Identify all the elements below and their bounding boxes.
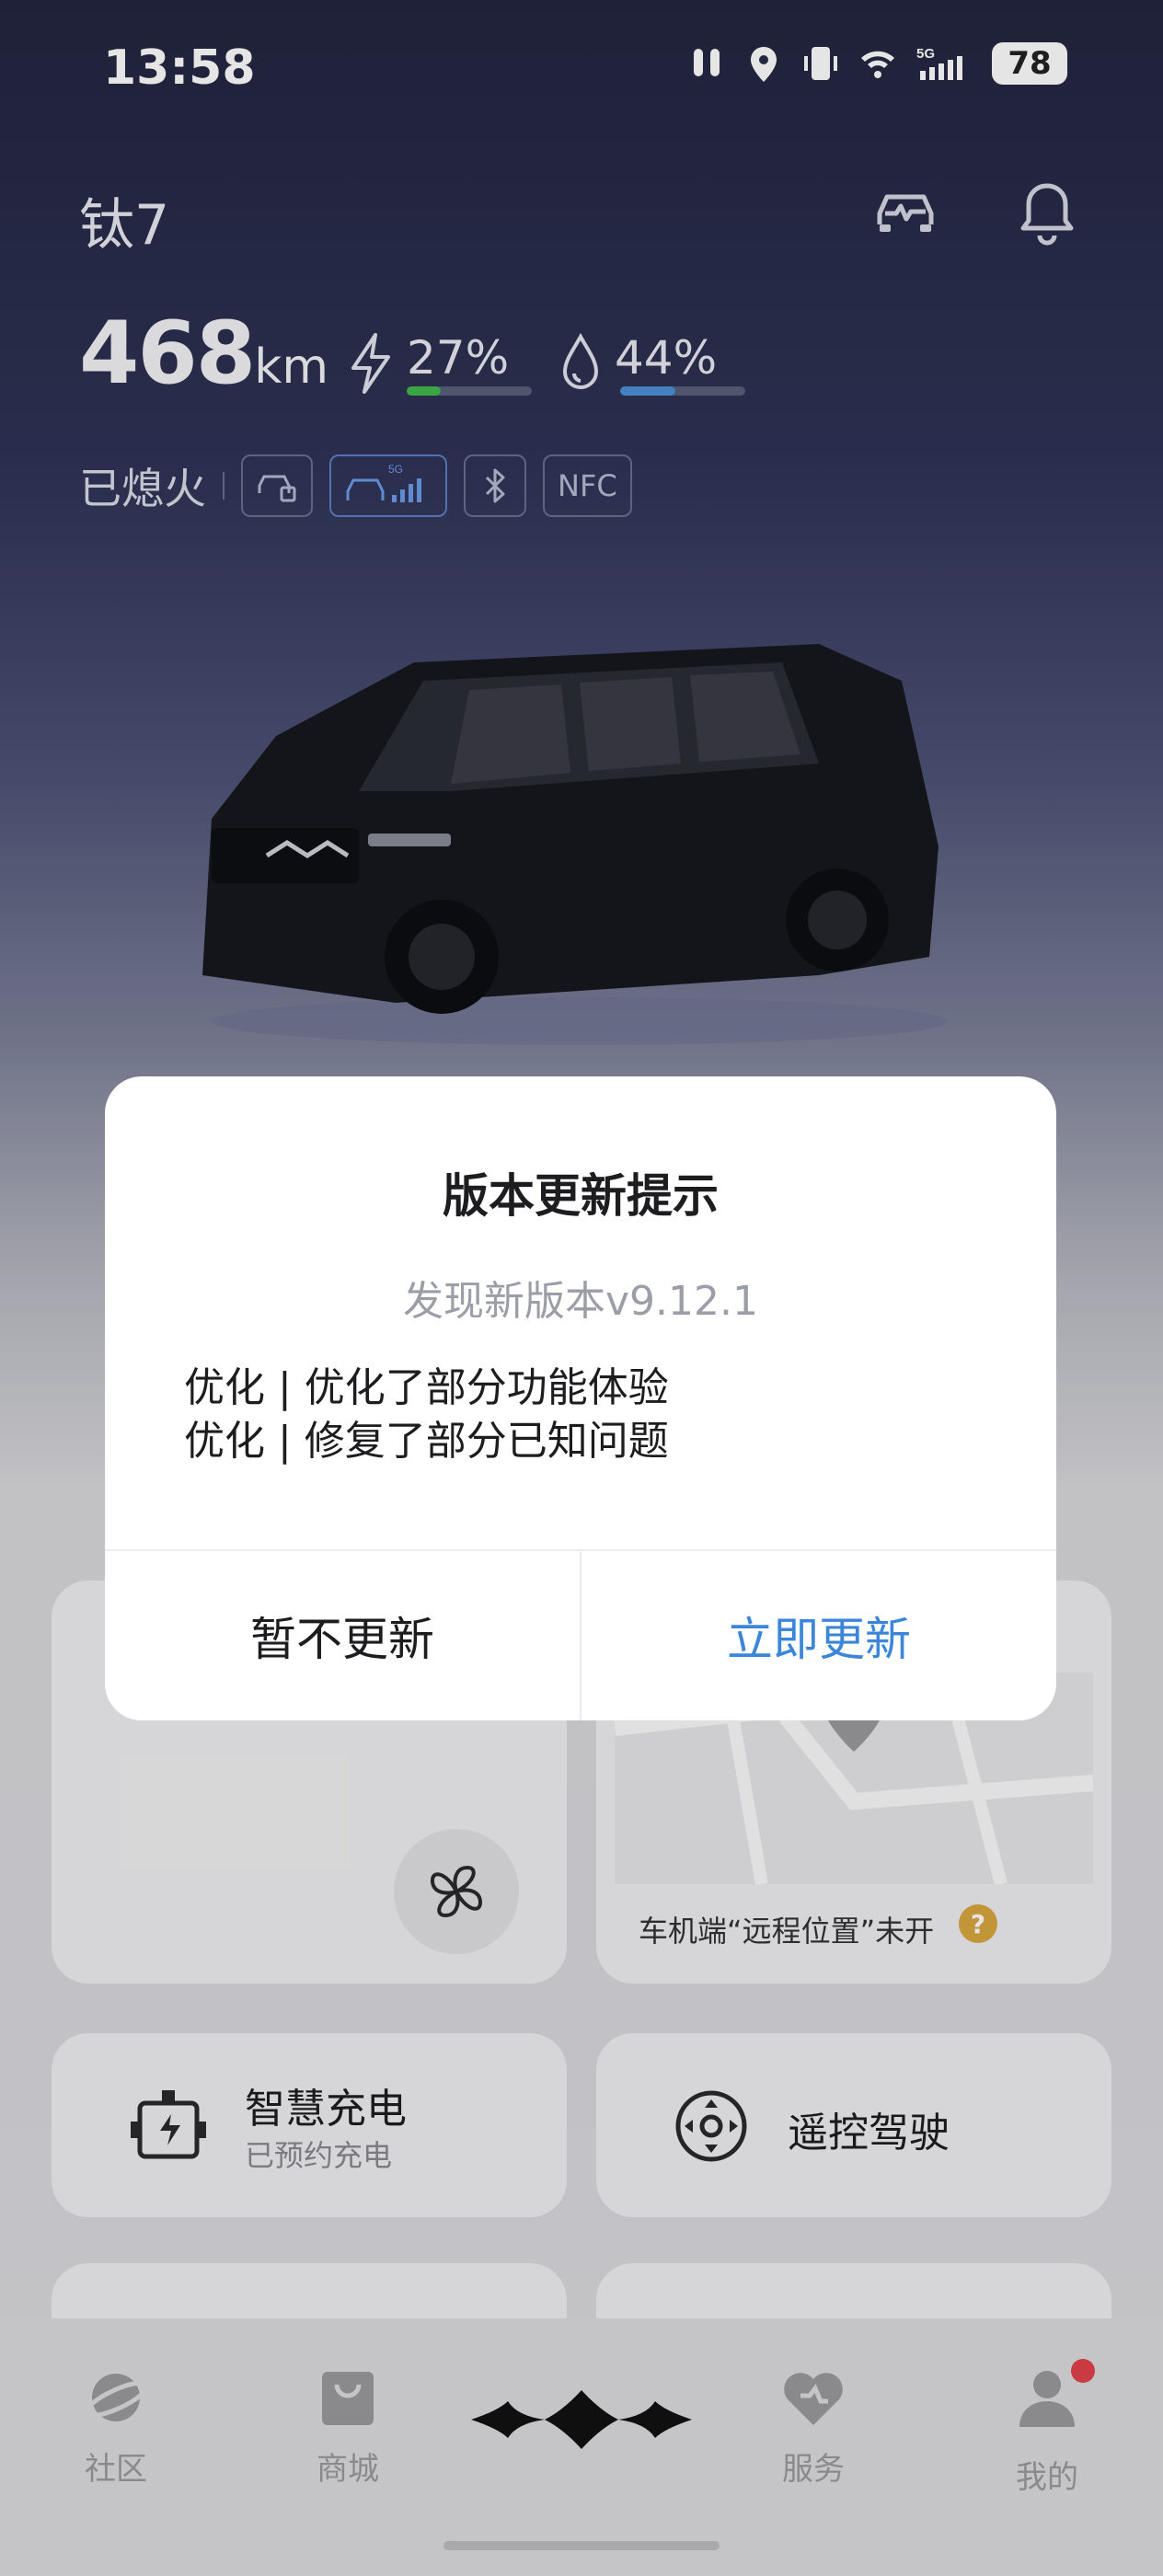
app-screen: 13:58 5G 78 钛7 468km 27% 44% 已熄火 5G NFC … bbox=[0, 0, 1163, 2576]
dialog-version: 发现新版本v9.12.1 bbox=[403, 1278, 758, 1325]
release-notes: 优化 | 优化了部分功能体验 优化 | 修复了部分已知问题 bbox=[184, 1362, 669, 1468]
skip-update-button[interactable]: 暂不更新 bbox=[105, 1551, 580, 1720]
update-dialog: 版本更新提示 发现新版本v9.12.1 优化 | 优化了部分功能体验 优化 | … bbox=[105, 1076, 1056, 1720]
release-note-item: 优化 | 修复了部分已知问题 bbox=[184, 1418, 669, 1465]
update-now-button[interactable]: 立即更新 bbox=[582, 1551, 1056, 1720]
release-note-item: 优化 | 优化了部分功能体验 bbox=[184, 1364, 669, 1411]
dialog-title: 版本更新提示 bbox=[443, 1169, 719, 1223]
